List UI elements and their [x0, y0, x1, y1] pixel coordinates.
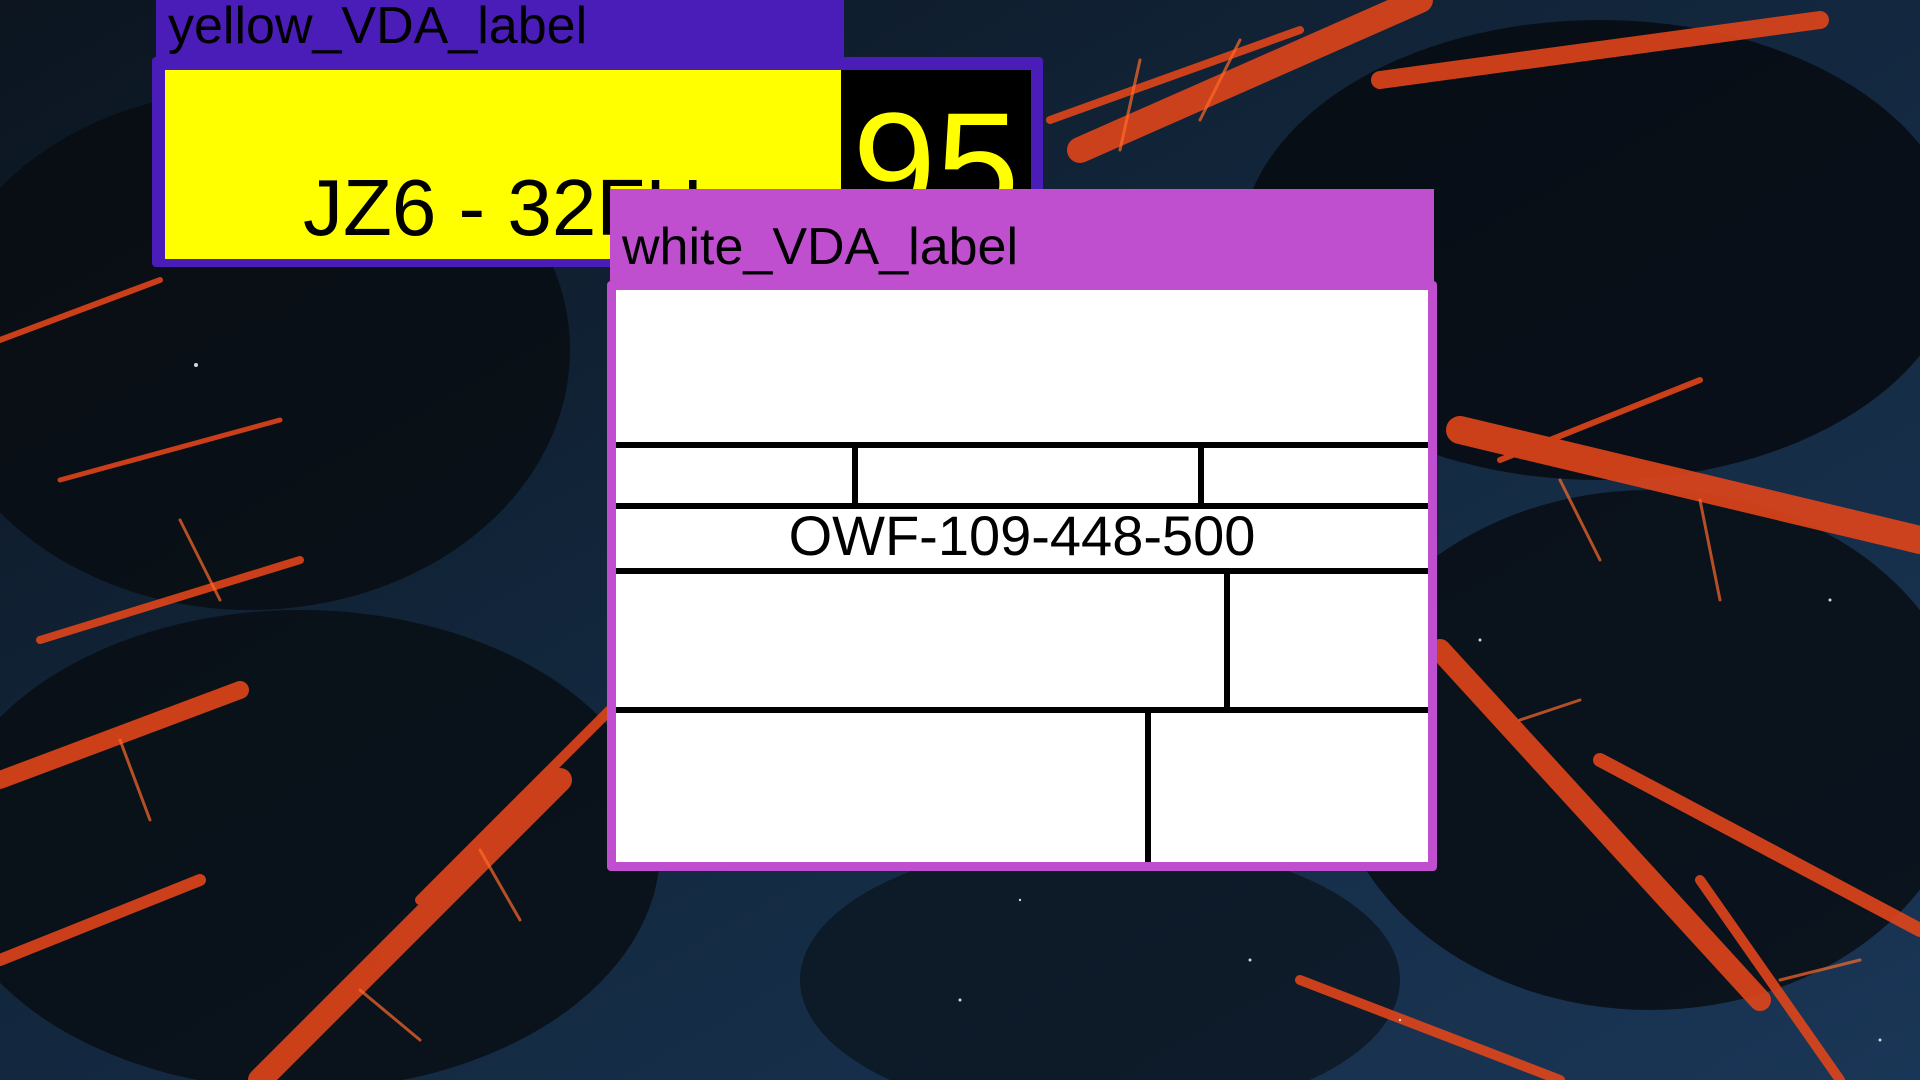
label-divider-v4 — [1145, 707, 1151, 862]
label-divider-v2 — [1198, 442, 1204, 506]
yellow-window-title[interactable]: yellow_VDA_label — [156, 0, 844, 59]
desktop-stage: yellow_VDA_label JZ6 - 32FH 95 white_VDA… — [0, 0, 1920, 1080]
label-divider-4 — [616, 707, 1428, 713]
label-divider-v3 — [1224, 568, 1230, 710]
label-divider-3 — [616, 568, 1428, 574]
label-divider-1 — [616, 442, 1428, 448]
label-divider-v1 — [852, 442, 858, 506]
white-vda-label-card: OWF-109-448-500 — [616, 290, 1428, 862]
white-window-title[interactable]: white_VDA_label — [610, 189, 1434, 287]
part-number: OWF-109-448-500 — [788, 504, 1256, 567]
white-vda-label-window[interactable]: white_VDA_label OWF-109-448-500 — [607, 189, 1437, 871]
